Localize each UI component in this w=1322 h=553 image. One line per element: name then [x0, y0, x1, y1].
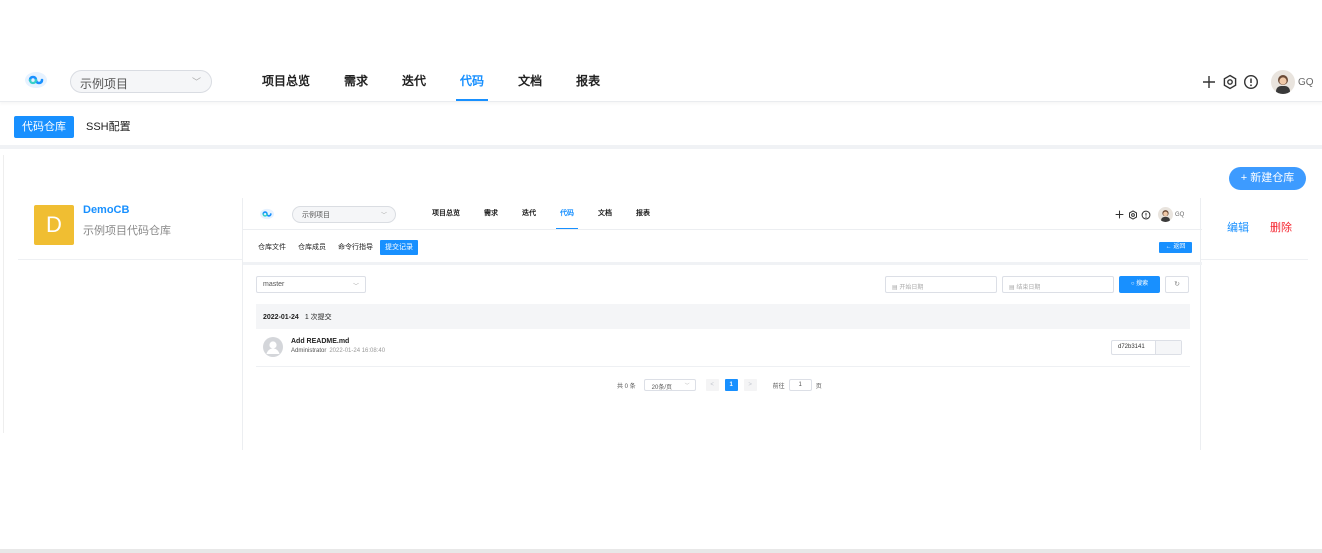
menu-item-reports[interactable]: 报表	[576, 60, 600, 102]
main-menu: 项目总览 需求 迭代 代码 文档 报表	[262, 60, 634, 102]
logo-icon[interactable]	[260, 207, 274, 220]
info-icon[interactable]	[1140, 209, 1151, 220]
goto-page-input[interactable]: 1	[788, 379, 812, 391]
inner-menu-docs[interactable]: 文档	[598, 198, 612, 230]
chevron-down-icon: ﹀	[352, 284, 359, 290]
pagination-total: 共 0 条	[617, 383, 636, 390]
settings-icon[interactable]	[1221, 73, 1239, 91]
inner-menu-overview[interactable]: 项目总览	[432, 198, 460, 230]
commit-group-date: 2022-01-24	[263, 314, 299, 321]
new-repo-button[interactable]: + 新建仓库	[1229, 167, 1306, 190]
commit-sha[interactable]: d72b3141	[1112, 341, 1156, 354]
repo-description: 示例项目代码仓库	[83, 225, 171, 237]
menu-item-requirements[interactable]: 需求	[344, 60, 368, 102]
end-date-input[interactable]: ▤ 结束日期	[1002, 276, 1114, 293]
logo-icon[interactable]	[25, 71, 47, 89]
end-date-placeholder: 结束日期	[1016, 285, 1041, 291]
commit-time: 2022-01-24 16:08:40	[329, 348, 386, 354]
start-date-placeholder: 开始日期	[899, 285, 924, 291]
tab-repo-files[interactable]: 仓库文件	[253, 240, 291, 255]
project-select-value: 示例项目	[80, 77, 129, 91]
tab-commit-history[interactable]: 提交记录	[380, 240, 418, 255]
commit-sha-group: d72b3141	[1111, 340, 1182, 355]
tab-code-repo[interactable]: 代码仓库	[14, 116, 74, 138]
inner-top-nav: 示例项目 ﹀ 项目总览 需求 迭代 代码 文档 报表 GQ	[243, 198, 1202, 230]
branch-select[interactable]: master ﹀	[256, 276, 366, 293]
page-number-1[interactable]: 1	[724, 379, 738, 391]
inner-header-tools: GQ	[1114, 207, 1184, 222]
repo-sub-tabs: 仓库文件 仓库成员 命令行指导 提交记录 ← 返回	[243, 234, 1202, 265]
search-button[interactable]: ○ 搜索	[1119, 276, 1160, 293]
settings-icon[interactable]	[1127, 209, 1138, 220]
tab-ssh-config[interactable]: SSH配置	[78, 116, 139, 138]
commit-title[interactable]: Add README.md	[291, 338, 349, 345]
start-date-input[interactable]: ▤ 开始日期	[885, 276, 997, 293]
inner-menu-iterations[interactable]: 迭代	[522, 198, 536, 230]
commit-group-count: 1 次提交	[304, 314, 332, 321]
goto-suffix: 页	[815, 383, 822, 390]
project-select[interactable]: 示例项目 ﹀	[70, 70, 212, 93]
edit-repo-link[interactable]: 编辑	[1227, 219, 1249, 235]
inner-project-select[interactable]: 示例项目 ﹀	[292, 206, 396, 223]
commit-meta: Administrator 2022-01-24 16:08:40	[291, 348, 385, 354]
repo-avatar: D	[34, 205, 74, 245]
commit-date-group: 2022-01-24 1 次提交	[256, 304, 1190, 329]
refresh-icon: ↻	[1174, 281, 1180, 288]
chevron-down-icon: ﹀	[191, 77, 201, 87]
bottom-divider	[0, 549, 1322, 553]
goto-label: 前往	[772, 383, 785, 390]
commit-row: Add README.md Administrator 2022-01-24 16…	[256, 329, 1190, 367]
inner-project-select-value: 示例项目	[302, 212, 330, 219]
commit-author: Administrator	[291, 348, 327, 354]
info-icon[interactable]	[1242, 73, 1260, 91]
user-name[interactable]: GQ	[1298, 77, 1314, 88]
inner-menu-code[interactable]: 代码	[556, 198, 578, 230]
repo-name-link[interactable]: DemoCB	[83, 204, 129, 216]
page-size-value: 20条/页	[651, 385, 673, 391]
chevron-down-icon: ﹀	[380, 213, 387, 219]
page-size-select[interactable]: 20条/页 ﹀	[643, 379, 696, 391]
sub-tabs: 代码仓库 SSH配置	[0, 103, 1322, 149]
menu-item-overview[interactable]: 项目总览	[262, 60, 310, 102]
chevron-down-icon: ﹀	[684, 383, 690, 389]
user-name[interactable]: GQ	[1175, 212, 1184, 218]
delete-repo-link[interactable]: 删除	[1270, 219, 1292, 235]
pagination: 共 0 条 20条/页 ﹀ < 1 > 前往 1 页	[617, 379, 822, 391]
menu-item-iterations[interactable]: 迭代	[402, 60, 426, 102]
plus-icon[interactable]	[1200, 73, 1218, 91]
top-nav: 示例项目 ﹀ 项目总览 需求 迭代 代码 文档 报表 GQ	[0, 60, 1322, 102]
menu-item-code[interactable]: 代码	[456, 60, 489, 102]
user-avatar[interactable]	[1158, 207, 1173, 222]
prev-page-button[interactable]: <	[705, 379, 719, 391]
plus-icon[interactable]	[1114, 209, 1125, 220]
inner-main-menu: 项目总览 需求 迭代 代码 文档 报表	[432, 198, 674, 230]
user-avatar[interactable]	[1271, 70, 1295, 94]
refresh-button[interactable]: ↻	[1165, 276, 1189, 293]
commit-history-view: 示例项目 ﹀ 项目总览 需求 迭代 代码 文档 报表 GQ 仓库文件 仓库成员 …	[242, 198, 1202, 450]
menu-item-docs[interactable]: 文档	[518, 60, 542, 102]
branch-select-value: master	[263, 281, 285, 288]
search-button-label: 搜索	[1136, 281, 1149, 287]
copy-sha-button[interactable]	[1156, 341, 1181, 354]
inner-menu-reports[interactable]: 报表	[636, 198, 650, 230]
header-tools: GQ	[1200, 69, 1314, 95]
author-avatar-icon	[263, 337, 283, 357]
back-button[interactable]: ← 返回	[1159, 242, 1192, 253]
next-page-button[interactable]: >	[743, 379, 757, 391]
tab-repo-members[interactable]: 仓库成员	[293, 240, 331, 255]
inner-menu-requirements[interactable]: 需求	[484, 198, 498, 230]
tab-cli-guide[interactable]: 命令行指导	[333, 240, 378, 255]
